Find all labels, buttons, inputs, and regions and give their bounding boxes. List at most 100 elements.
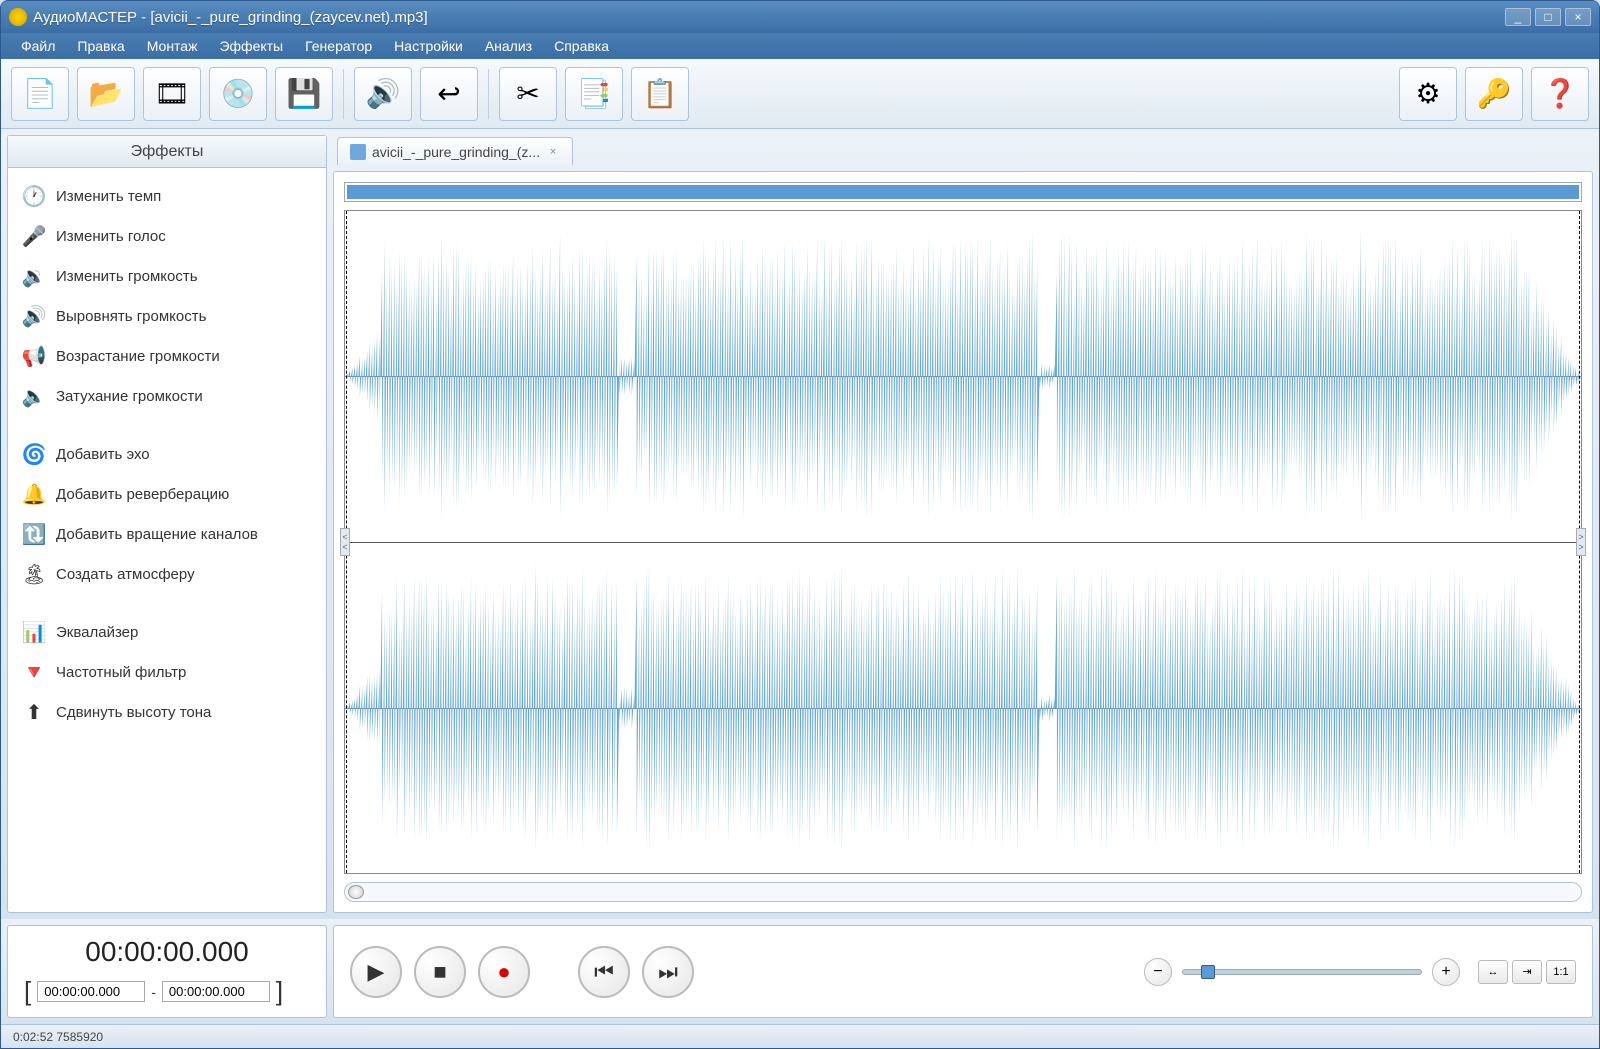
- play-button[interactable]: ▶: [350, 946, 402, 998]
- effect-freq-filter-icon: 🔻: [22, 660, 46, 684]
- open-file-icon: 📂: [88, 76, 124, 112]
- zoom-thumb[interactable]: [1201, 965, 1215, 979]
- channel-right[interactable]: [345, 542, 1581, 874]
- tab-label: avicii_-_pure_grinding_(z...: [372, 144, 540, 160]
- open-video-button[interactable]: 🎞: [143, 67, 201, 121]
- fit-horizontal-button[interactable]: ↔: [1478, 960, 1508, 984]
- copy-icon: 📑: [576, 76, 612, 112]
- stop-button[interactable]: ■: [414, 946, 466, 998]
- effect-reverb[interactable]: 🔔 Добавить реверберацию: [12, 474, 322, 514]
- maximize-button[interactable]: □: [1535, 8, 1561, 26]
- effect-atmosphere-icon: 🏝: [22, 562, 46, 586]
- effects-list[interactable]: 🕐Изменить темп🎤Изменить голос🔉Изменить г…: [8, 168, 326, 912]
- undo-icon: ↩: [431, 76, 467, 112]
- undo-button[interactable]: ↩: [420, 67, 478, 121]
- effect-normalize-icon: 🔊: [22, 304, 46, 328]
- settings-icon: ⚙: [1410, 76, 1446, 112]
- help-button[interactable]: ❓: [1531, 67, 1589, 121]
- menu-effects[interactable]: Эффекты: [209, 35, 293, 57]
- effect-freq-filter[interactable]: 🔻Частотный фильтр: [12, 652, 322, 692]
- bracket-right: ]: [276, 976, 283, 1007]
- effect-label: Добавить реверберацию: [56, 486, 229, 503]
- panel-collapse-left[interactable]: <<: [340, 528, 350, 556]
- range-separator: -: [151, 984, 156, 1000]
- new-file-button[interactable]: 📄: [11, 67, 69, 121]
- menu-edit[interactable]: Правка: [67, 35, 134, 57]
- sidebar-title: Эффекты: [8, 136, 326, 168]
- effects-sidebar: Эффекты 🕐Изменить темп🎤Изменить голос🔉Из…: [7, 135, 327, 913]
- open-video-icon: 🎞: [154, 76, 190, 112]
- scrollbar-thumb[interactable]: [348, 885, 364, 899]
- menu-analysis[interactable]: Анализ: [475, 35, 542, 57]
- app-icon: [9, 8, 27, 26]
- effect-equalizer[interactable]: 📊Эквалайзер: [12, 612, 322, 652]
- channel-left[interactable]: [345, 211, 1581, 542]
- effect-fadein[interactable]: 📢Возрастание громкости: [12, 336, 322, 376]
- paste-button[interactable]: 📋: [631, 67, 689, 121]
- register-button[interactable]: 🔑: [1465, 67, 1523, 121]
- selection-start-input[interactable]: [37, 981, 145, 1002]
- waveform-container[interactable]: << >>: [344, 210, 1582, 874]
- fit-selection-button[interactable]: ⇥: [1512, 960, 1542, 984]
- open-file-button[interactable]: 📂: [77, 67, 135, 121]
- file-tab[interactable]: avicii_-_pure_grinding_(z... ×: [337, 137, 573, 165]
- toolbar: 📄 📂 🎞 💿💾 🔊 ↩ ✂ 📑 📋 ⚙ 🔑❓: [1, 59, 1599, 129]
- window-title: АудиоМАСТЕР - [avicii_-_pure_grinding_(z…: [33, 9, 1505, 26]
- menu-help[interactable]: Справка: [544, 35, 619, 57]
- prev-button[interactable]: ⏮: [578, 946, 630, 998]
- effect-volume-icon: 🔉: [22, 264, 46, 288]
- menu-file[interactable]: Файл: [11, 35, 65, 57]
- minimize-button[interactable]: _: [1505, 8, 1531, 26]
- transport-panel: ▶ ■ ● ⏮ ⏭ − + ↔ ⇥ 1:1: [333, 925, 1593, 1018]
- current-time: 00:00:00.000: [24, 936, 310, 968]
- effect-label: Изменить темп: [56, 188, 161, 205]
- next-button[interactable]: ⏭: [642, 946, 694, 998]
- zoom-out-button[interactable]: −: [1144, 958, 1172, 986]
- menu-settings[interactable]: Настройки: [384, 35, 473, 57]
- record-audio-button[interactable]: 🔊: [354, 67, 412, 121]
- status-text: 0:02:52 7585920: [13, 1030, 103, 1044]
- close-button[interactable]: ×: [1565, 8, 1591, 26]
- rip-cd-button[interactable]: 💿: [209, 67, 267, 121]
- content-area: Эффекты 🕐Изменить темп🎤Изменить голос🔉Из…: [1, 129, 1599, 919]
- effect-equalizer-icon: 📊: [22, 620, 46, 644]
- horizontal-scrollbar[interactable]: [344, 882, 1582, 902]
- cut-button[interactable]: ✂: [499, 67, 557, 121]
- effect-reverb-icon: 🔔: [22, 482, 46, 506]
- zoom-in-button[interactable]: +: [1432, 958, 1460, 986]
- effect-tempo[interactable]: 🕐Изменить темп: [12, 176, 322, 216]
- copy-button[interactable]: 📑: [565, 67, 623, 121]
- selection-end-input[interactable]: [162, 981, 270, 1002]
- effect-echo[interactable]: 🌀 Добавить эхо: [12, 434, 322, 474]
- panel-collapse-right[interactable]: >>: [1576, 528, 1586, 556]
- effect-channel-rotate-icon: 🔃: [22, 522, 46, 546]
- record-button[interactable]: ●: [478, 946, 530, 998]
- overview-bar[interactable]: [344, 182, 1582, 202]
- effect-voice[interactable]: 🎤Изменить голос: [12, 216, 322, 256]
- settings-button[interactable]: ⚙: [1399, 67, 1457, 121]
- effect-atmosphere[interactable]: 🏝Создать атмосферу: [12, 554, 322, 594]
- waveform-right-svg: [345, 543, 1581, 874]
- effect-pitch-icon: ⬆: [22, 700, 46, 724]
- effect-label: Изменить голос: [56, 228, 166, 245]
- selection-range: [ - ]: [24, 976, 310, 1007]
- effect-pitch[interactable]: ⬆ Сдвинуть высоту тона: [12, 692, 322, 732]
- effect-label: Сдвинуть высоту тона: [56, 704, 211, 721]
- zoom-controls: − + ↔ ⇥ 1:1: [1144, 958, 1576, 986]
- bottom-bar: 00:00:00.000 [ - ] ▶ ■ ● ⏮ ⏭ − +: [1, 919, 1599, 1024]
- menu-montage[interactable]: Монтаж: [137, 35, 208, 57]
- effect-volume[interactable]: 🔉Изменить громкость: [12, 256, 322, 296]
- effect-label: Добавить эхо: [56, 446, 150, 463]
- zoom-slider[interactable]: [1182, 969, 1422, 975]
- status-bar: 0:02:52 7585920: [1, 1024, 1599, 1048]
- zoom-1to1-button[interactable]: 1:1: [1546, 960, 1576, 984]
- effect-echo-icon: 🌀: [22, 442, 46, 466]
- effect-fadeout[interactable]: 🔈Затухание громкости: [12, 376, 322, 416]
- menu-generator[interactable]: Генератор: [295, 35, 382, 57]
- effect-normalize[interactable]: 🔊Выровнять громкость: [12, 296, 322, 336]
- tab-close-button[interactable]: ×: [546, 145, 560, 159]
- effect-channel-rotate[interactable]: 🔃 Добавить вращение каналов: [12, 514, 322, 554]
- effect-label: Добавить вращение каналов: [56, 526, 258, 543]
- audio-file-icon: [350, 144, 366, 160]
- save-button[interactable]: 💾: [275, 67, 333, 121]
